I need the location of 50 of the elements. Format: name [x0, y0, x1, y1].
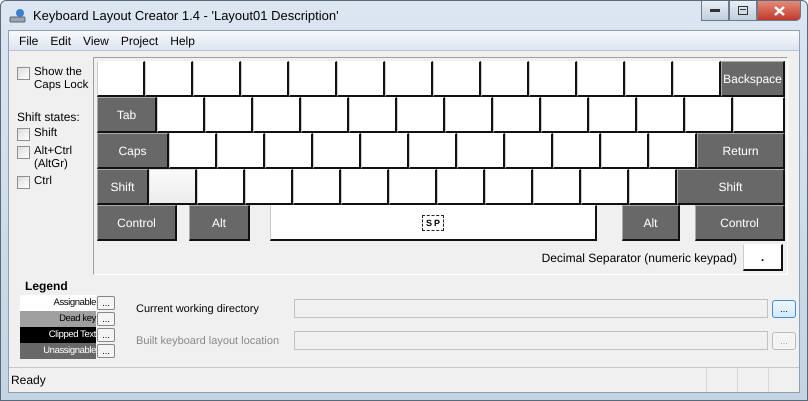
window-title: Keyboard Layout Creator 1.4 - 'Layout01 Description'	[33, 8, 339, 23]
keyboard-key[interactable]	[149, 169, 197, 205]
checkbox[interactable]	[17, 146, 30, 159]
close-button[interactable]	[757, 1, 801, 21]
menu-item[interactable]: Project	[114, 34, 164, 48]
legend-swatch: Assignable	[20, 295, 96, 311]
checkbox-label: Alt+Ctrl (AltGr)	[34, 145, 74, 171]
checkbox-label: Shift	[34, 127, 58, 140]
keyboard-key[interactable]: Alt	[622, 205, 680, 241]
keyboard-key[interactable]: Backspace	[721, 61, 785, 97]
minimize-button[interactable]	[701, 1, 729, 21]
legend-swatch: Unassignable	[20, 343, 96, 359]
legend-swatch: Clipped Text	[20, 327, 96, 343]
color-picker-button[interactable]: ...	[97, 312, 115, 326]
keyboard-key[interactable]: SP	[270, 205, 597, 241]
keyboard-icon	[9, 8, 27, 24]
path-label: Current working directory	[136, 302, 260, 314]
menu-item[interactable]: Help	[164, 34, 201, 48]
path-field[interactable]	[294, 299, 768, 318]
menu-item[interactable]: File	[13, 34, 44, 48]
keyboard-key[interactable]: Alt	[189, 205, 250, 241]
keyboard-key[interactable]: Shift	[677, 169, 785, 205]
keyboard-key[interactable]: Shift	[97, 169, 149, 205]
color-picker-button[interactable]: ...	[97, 344, 115, 358]
browse-button[interactable]: ...	[772, 300, 796, 318]
maximize-icon	[738, 6, 748, 15]
shift-states-label: Shift states:	[17, 110, 81, 124]
color-picker-button[interactable]: ...	[97, 328, 115, 342]
keyboard-key[interactable]: Control	[97, 205, 177, 241]
keyboard-key[interactable]: Tab	[97, 97, 157, 133]
minimize-icon	[710, 8, 720, 12]
keyboard-key[interactable]: Caps	[97, 133, 169, 169]
checkbox[interactable]	[17, 128, 30, 141]
color-picker-button[interactable]: ...	[97, 296, 115, 310]
legend-title: Legend	[25, 279, 69, 293]
path-label: Built keyboard layout location	[136, 334, 280, 346]
menu-item[interactable]: View	[77, 34, 115, 48]
menu-item[interactable]: Edit	[44, 34, 78, 48]
close-icon	[774, 6, 784, 16]
checkbox-label: Show the Caps Lock	[34, 66, 90, 92]
checkbox-label: Ctrl	[34, 175, 53, 188]
status-text: Ready	[11, 373, 47, 387]
keyboard-key[interactable]: .	[743, 244, 783, 271]
keyboard-key[interactable]: Control	[695, 205, 785, 241]
decimal-separator-label: Decimal Separator (numeric keypad)	[542, 250, 737, 264]
legend-swatch: Dead key	[20, 311, 96, 327]
keyboard-key[interactable]: Return	[697, 133, 785, 169]
checkbox[interactable]	[17, 67, 30, 80]
checkbox[interactable]	[17, 176, 30, 189]
maximize-button[interactable]	[729, 1, 757, 21]
